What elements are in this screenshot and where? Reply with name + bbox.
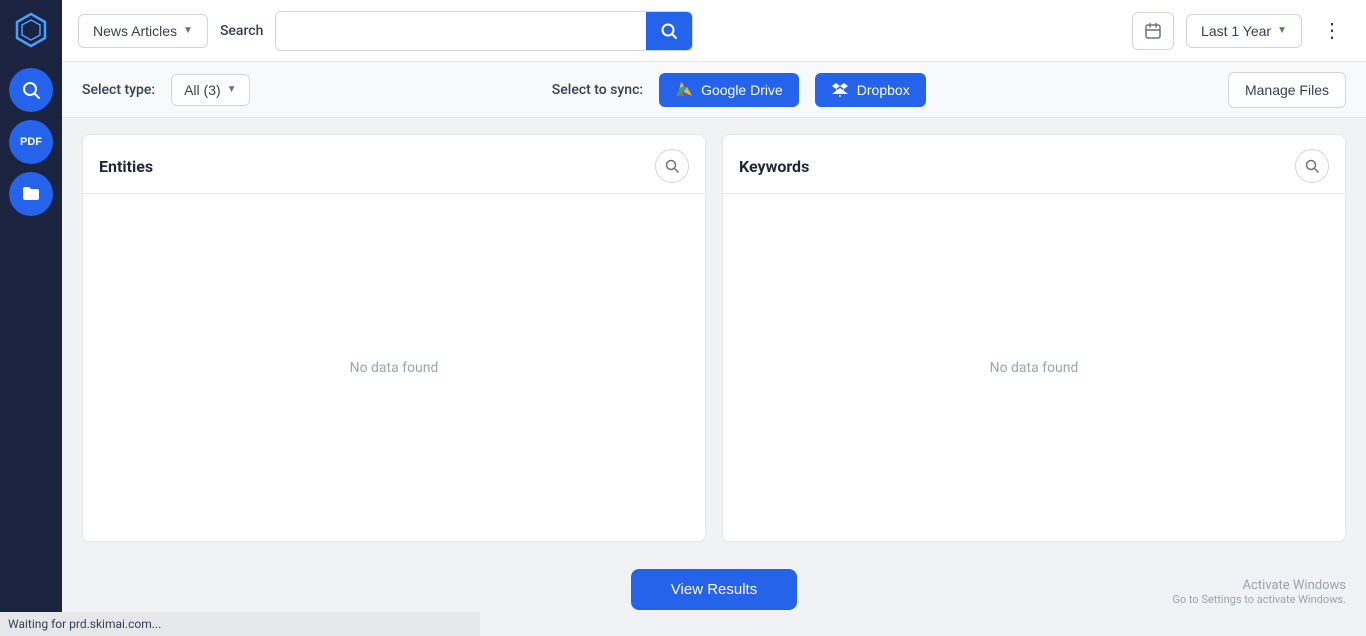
last-year-button[interactable]: Last 1 Year ▼ (1186, 14, 1302, 48)
content-area: Entities No data found Keywords (62, 118, 1366, 636)
keywords-panel-body: No data found (723, 194, 1345, 541)
type-value: All (3) (184, 82, 221, 98)
chevron-down-icon: ▼ (1277, 25, 1287, 36)
manage-files-button[interactable]: Manage Files (1228, 72, 1346, 108)
status-bar: Waiting for prd.skimai.com... (0, 612, 480, 636)
sidebar: PDF (0, 0, 62, 636)
more-options-button[interactable]: ⋮ (1314, 13, 1350, 49)
dropbox-icon (831, 82, 849, 98)
view-results-label: View Results (671, 581, 757, 598)
bottom-bar: View Results (82, 558, 1346, 620)
entities-search-button[interactable] (655, 149, 689, 183)
entities-no-data: No data found (350, 360, 439, 376)
activation-line2: Go to Settings to activate Windows. (1172, 593, 1346, 606)
panels-row: Entities No data found Keywords (82, 134, 1346, 542)
dropbox-button[interactable]: Dropbox (815, 73, 926, 107)
google-drive-icon (675, 82, 693, 98)
dropbox-label: Dropbox (857, 82, 910, 98)
sidebar-search-button[interactable] (9, 68, 53, 112)
entities-title: Entities (99, 157, 153, 176)
search-bar (275, 11, 692, 51)
more-icon: ⋮ (1322, 18, 1342, 43)
status-text: Waiting for prd.skimai.com... (8, 617, 161, 631)
select-sync-label: Select to sync: (552, 82, 643, 98)
type-select-button[interactable]: All (3) ▼ (171, 74, 249, 106)
news-articles-label: News Articles (93, 23, 177, 39)
select-type-label: Select type: (82, 82, 155, 98)
last-year-label: Last 1 Year (1201, 23, 1271, 39)
view-results-button[interactable]: View Results (631, 569, 797, 610)
header: News Articles ▼ Search Last 1 Year (62, 0, 1366, 62)
manage-files-label: Manage Files (1245, 82, 1329, 98)
sidebar-folder-button[interactable] (9, 172, 53, 216)
entities-panel-header: Entities (83, 135, 705, 194)
keywords-panel-header: Keywords (723, 135, 1345, 194)
keywords-title: Keywords (739, 157, 809, 176)
search-label: Search (220, 23, 263, 39)
chevron-down-icon: ▼ (227, 84, 237, 95)
keywords-no-data: No data found (990, 360, 1079, 376)
google-drive-button[interactable]: Google Drive (659, 73, 799, 107)
activation-line1: Activate Windows (1172, 578, 1346, 593)
search-button[interactable] (646, 12, 692, 50)
pdf-icon: PDF (20, 136, 42, 148)
news-articles-button[interactable]: News Articles ▼ (78, 14, 208, 48)
activation-watermark: Activate Windows Go to Settings to activ… (1172, 578, 1346, 606)
sidebar-pdf-button[interactable]: PDF (9, 120, 53, 164)
entities-panel-body: No data found (83, 194, 705, 541)
app-logo[interactable] (9, 8, 53, 52)
keywords-panel: Keywords No data found (722, 134, 1346, 542)
google-drive-label: Google Drive (701, 82, 783, 98)
chevron-down-icon: ▼ (183, 25, 193, 36)
entities-panel: Entities No data found (82, 134, 706, 542)
calendar-button[interactable] (1132, 12, 1174, 50)
filter-bar: Select type: All (3) ▼ Select to sync: G… (62, 62, 1366, 118)
search-input[interactable] (276, 14, 645, 48)
keywords-search-button[interactable] (1295, 149, 1329, 183)
main-content: News Articles ▼ Search Last 1 Year (62, 0, 1366, 636)
